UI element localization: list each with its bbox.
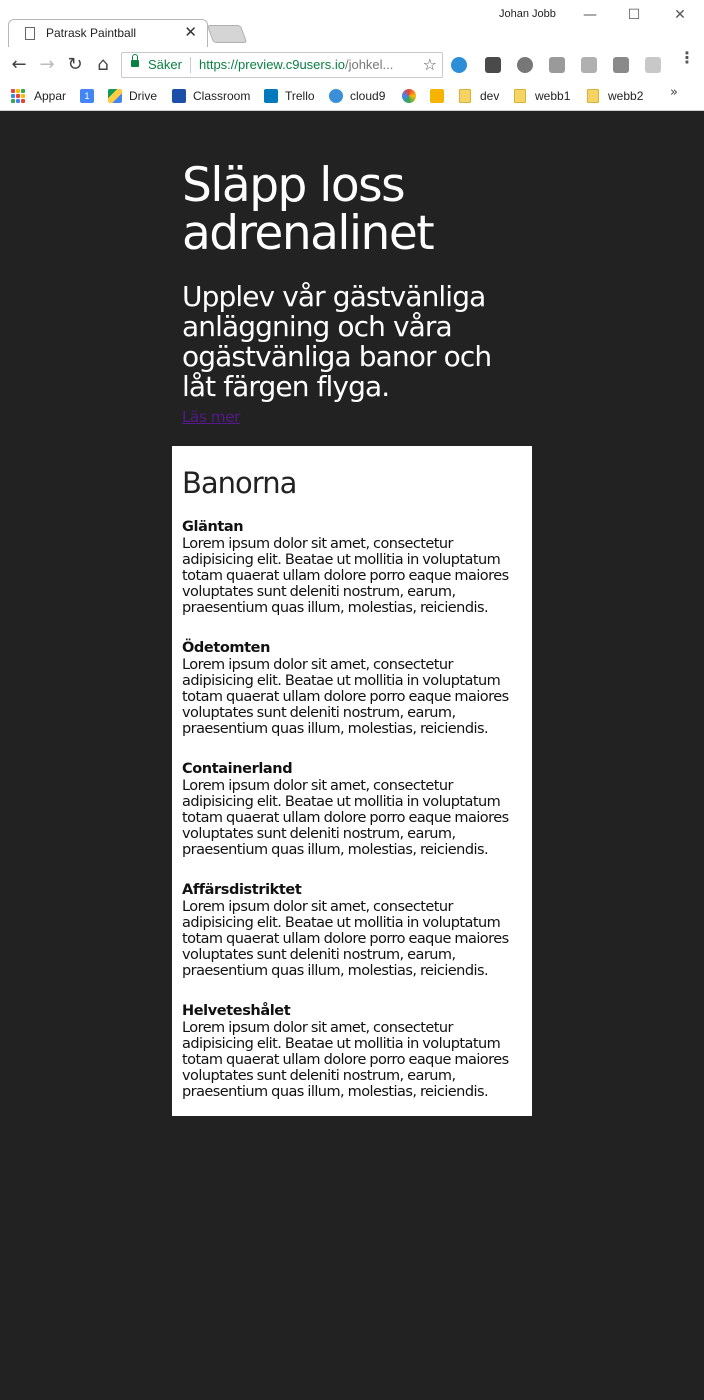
maximize-icon[interactable]: ☐ bbox=[614, 4, 654, 26]
bookmark-keep[interactable] bbox=[430, 87, 451, 105]
lock-icon bbox=[131, 54, 139, 67]
menu-dots-icon[interactable]: ⋮ bbox=[679, 50, 695, 66]
drive-icon bbox=[108, 89, 122, 103]
bookmark-trello[interactable]: Trello bbox=[264, 87, 315, 105]
keep-icon bbox=[430, 89, 444, 103]
courses-panel: Banorna Gläntan Lorem ipsum dolor sit am… bbox=[172, 446, 532, 1116]
bookmark-drive[interactable]: Drive bbox=[108, 87, 157, 105]
reload-icon[interactable]: ↻ bbox=[64, 54, 86, 76]
folder-icon bbox=[459, 89, 471, 103]
folder-icon bbox=[587, 89, 599, 103]
bookmark-star-icon[interactable]: ☆ bbox=[423, 55, 437, 74]
browser-tab[interactable]: Patrask Paintball ✕ bbox=[8, 19, 208, 47]
bookmark-pinwheel[interactable] bbox=[402, 87, 423, 105]
cast-extension-icon[interactable] bbox=[451, 57, 467, 73]
course-title: Containerland bbox=[182, 761, 293, 777]
course-item: Ödetomten Lorem ipsum dolor sit amet, co… bbox=[182, 640, 522, 744]
title-bar: Patrask Paintball ✕ Johan Jobb — ☐ ✕ bbox=[0, 0, 704, 47]
tab-title: Patrask Paintball bbox=[46, 26, 137, 40]
course-description: Lorem ipsum dolor sit amet, consectetur … bbox=[182, 899, 509, 979]
new-tab-button[interactable] bbox=[206, 25, 248, 43]
notes-extension-icon[interactable] bbox=[485, 57, 501, 73]
folder-icon bbox=[514, 89, 526, 103]
cloud9-icon bbox=[329, 89, 343, 103]
back-arrow-icon[interactable]: ← bbox=[8, 54, 30, 76]
pinwheel-icon bbox=[402, 89, 416, 103]
classroom-icon bbox=[172, 89, 186, 103]
course-title: Gläntan bbox=[182, 519, 244, 535]
course-item: Helveteshålet Lorem ipsum dolor sit amet… bbox=[182, 1003, 522, 1107]
course-description: Lorem ipsum dolor sit amet, consectetur … bbox=[182, 778, 509, 858]
course-title: Helveteshålet bbox=[182, 1003, 291, 1019]
trello-icon bbox=[264, 89, 278, 103]
gear-extension-icon[interactable] bbox=[517, 57, 533, 73]
address-separator bbox=[190, 57, 191, 73]
url-text[interactable]: https://preview.c9users.io/johkel... bbox=[199, 57, 414, 72]
bookmark-folder-webb2[interactable]: webb2 bbox=[587, 87, 643, 105]
apps-grid-icon bbox=[11, 89, 25, 103]
calendar-icon: 1 bbox=[80, 89, 94, 103]
bookmark-apps[interactable]: Appar bbox=[11, 87, 66, 105]
bookmark-folder-webb1[interactable]: webb1 bbox=[514, 87, 570, 105]
extension-icon[interactable] bbox=[549, 57, 565, 73]
browser-toolbar: ← → ↻ ⌂ Säker https://preview.c9users.io… bbox=[0, 47, 704, 83]
hero-subtitle: Upplev vår gästvänliga anläggning och vå… bbox=[182, 280, 492, 403]
browser-chrome: Patrask Paintball ✕ Johan Jobb — ☐ ✕ ← →… bbox=[0, 0, 704, 111]
course-description: Lorem ipsum dolor sit amet, consectetur … bbox=[182, 1020, 509, 1100]
course-item: Containerland Lorem ipsum dolor sit amet… bbox=[182, 761, 522, 865]
address-bar[interactable]: Säker https://preview.c9users.io/johkel.… bbox=[121, 52, 443, 78]
page-title: Släpp loss adrenalinet bbox=[182, 158, 435, 261]
secure-label: Säker bbox=[148, 57, 182, 72]
bookmark-calendar[interactable]: 1 bbox=[80, 87, 101, 105]
profile-name[interactable]: Johan Jobb bbox=[499, 8, 556, 20]
course-description: Lorem ipsum dolor sit amet, consectetur … bbox=[182, 657, 509, 737]
minimize-icon[interactable]: — bbox=[570, 4, 610, 26]
bookmark-cloud9[interactable]: cloud9 bbox=[329, 87, 385, 105]
bookmark-folder-dev[interactable]: dev bbox=[459, 87, 499, 105]
course-item: Affärsdistriktet Lorem ipsum dolor sit a… bbox=[182, 882, 522, 986]
tab-close-icon[interactable]: ✕ bbox=[184, 23, 197, 41]
extension-icon[interactable] bbox=[645, 57, 661, 73]
forward-arrow-icon[interactable]: → bbox=[36, 54, 58, 76]
course-title: Ödetomten bbox=[182, 640, 271, 656]
course-description: Lorem ipsum dolor sit amet, consectetur … bbox=[182, 536, 509, 616]
bookmark-classroom[interactable]: Classroom bbox=[172, 87, 250, 105]
home-icon[interactable]: ⌂ bbox=[92, 54, 114, 76]
bookmarks-overflow-icon[interactable]: » bbox=[670, 85, 678, 100]
course-title: Affärsdistriktet bbox=[182, 882, 302, 898]
window-close-icon[interactable]: ✕ bbox=[660, 4, 700, 26]
read-more-link[interactable]: Läs mer bbox=[182, 408, 240, 426]
page-icon bbox=[25, 27, 35, 40]
course-item: Gläntan Lorem ipsum dolor sit amet, cons… bbox=[182, 519, 522, 623]
pdf-extension-icon[interactable] bbox=[581, 57, 597, 73]
bookmarks-bar: Appar 1 Drive Classroom Trello cloud9 de… bbox=[0, 83, 704, 109]
courses-heading: Banorna bbox=[182, 466, 297, 500]
screenshot-extension-icon[interactable] bbox=[613, 57, 629, 73]
